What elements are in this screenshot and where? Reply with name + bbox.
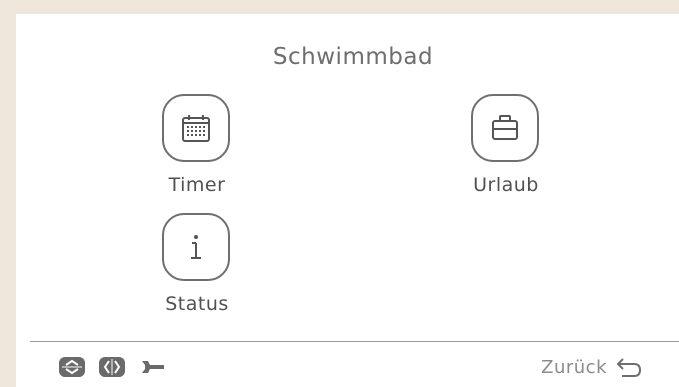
menu-item-status[interactable]: Status [142, 213, 252, 323]
menu-item-urlaub[interactable]: Urlaub [451, 94, 561, 204]
menu-item-timer[interactable]: Timer [142, 94, 252, 204]
footer-divider [30, 341, 679, 342]
back-label: Zurück [541, 356, 607, 378]
info-icon [191, 235, 201, 259]
urlaub-label: Urlaub [473, 174, 539, 196]
frame-top [0, 0, 679, 14]
timer-label: Timer [168, 174, 226, 196]
up-down-arrows-icon [57, 356, 87, 378]
wrench-icon [138, 356, 168, 378]
status-label: Status [165, 293, 229, 315]
left-right-arrows-icon [97, 356, 127, 378]
urlaub-button[interactable] [471, 94, 539, 162]
timer-button[interactable] [162, 94, 230, 162]
suitcase-icon [492, 115, 518, 140]
status-button[interactable] [162, 213, 230, 281]
back-button[interactable]: Zurück [541, 352, 643, 382]
return-arrow-icon [616, 358, 642, 377]
calendar-icon [182, 115, 210, 142]
screen-title: Schwimmbad [272, 44, 434, 70]
